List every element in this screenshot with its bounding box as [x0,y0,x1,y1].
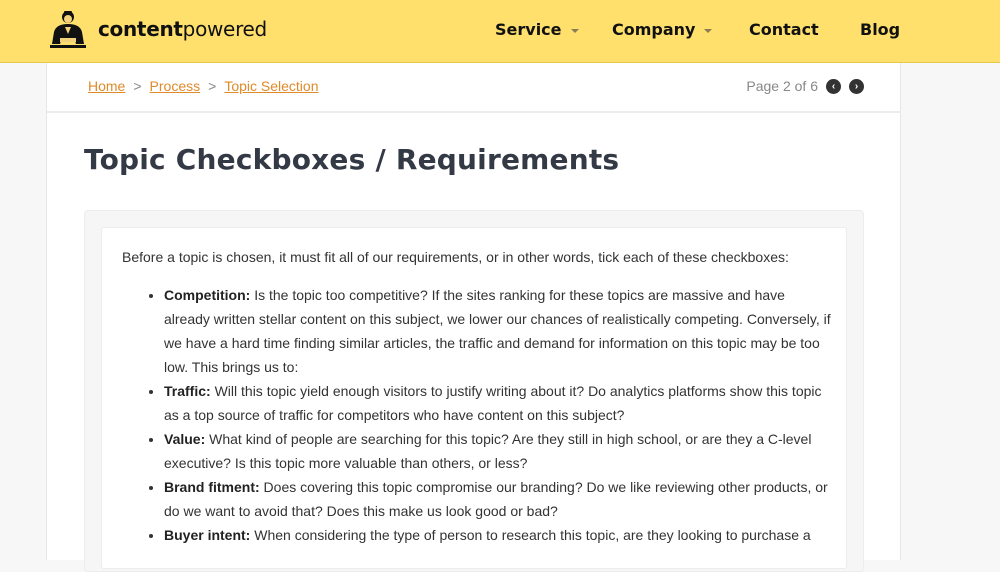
breadcrumb-bar: Home > Process > Topic Selection Page 2 … [47,63,900,113]
prev-page-icon[interactable]: ‹ [826,78,841,94]
nav-blog[interactable]: Blog [860,20,900,39]
item-term: Competition: [164,287,251,303]
list-item: Competition: Is the topic too competitiv… [164,283,832,379]
nav-label: Company [612,20,696,39]
chevron-down-icon [570,28,579,33]
brand-name[interactable]: contentpowered [98,17,267,41]
nav-label: Contact [749,20,819,39]
requirements-panel: Before a topic is chosen, it must fit al… [84,210,864,572]
item-text: Is the topic too competitive? If the sit… [164,287,831,375]
brand-bold: content [98,17,183,41]
intro-text: Before a topic is chosen, it must fit al… [122,249,789,265]
requirements-list: Competition: Is the topic too competitiv… [122,283,832,547]
item-text: What kind of people are searching for th… [164,431,812,471]
nav-service[interactable]: Service [495,20,579,39]
item-text: Does covering this topic compromise our … [164,479,828,519]
breadcrumb-topic-selection[interactable]: Topic Selection [224,78,318,94]
next-page-icon[interactable]: › [849,78,864,94]
pagination: Page 2 of 6 ‹ › [746,78,864,94]
chevron-down-icon [704,28,713,33]
list-item: Brand fitment: Does covering this topic … [164,475,832,523]
site-header: contentpowered Service Company Contact B… [0,0,1000,63]
list-item: Value: What kind of people are searching… [164,427,832,475]
list-item: Buyer intent: When considering the type … [164,523,832,547]
nav-contact[interactable]: Contact [749,20,819,39]
nav-label: Service [495,20,562,39]
page-title: Topic Checkboxes / Requirements [84,143,620,176]
item-term: Brand fitment: [164,479,260,495]
breadcrumb-separator: > [133,78,142,94]
requirements-card: Before a topic is chosen, it must fit al… [101,227,847,569]
sumo-logo-icon[interactable] [46,8,90,52]
item-term: Buyer intent: [164,527,251,543]
breadcrumb: Home > Process > Topic Selection [88,78,318,94]
breadcrumb-home[interactable]: Home [88,78,125,94]
item-term: Traffic: [164,383,211,399]
item-text: When considering the type of person to r… [250,527,811,543]
nav-company[interactable]: Company [612,20,713,39]
brand-light: powered [182,17,268,41]
breadcrumb-process[interactable]: Process [150,78,201,94]
breadcrumb-separator: > [208,78,217,94]
item-text: Will this topic yield enough visitors to… [164,383,822,423]
page-indicator: Page 2 of 6 [746,78,818,94]
item-term: Value: [164,431,206,447]
content-page: Home > Process > Topic Selection Page 2 … [46,63,901,572]
nav-label: Blog [860,20,901,39]
list-item: Traffic: Will this topic yield enough vi… [164,379,832,427]
